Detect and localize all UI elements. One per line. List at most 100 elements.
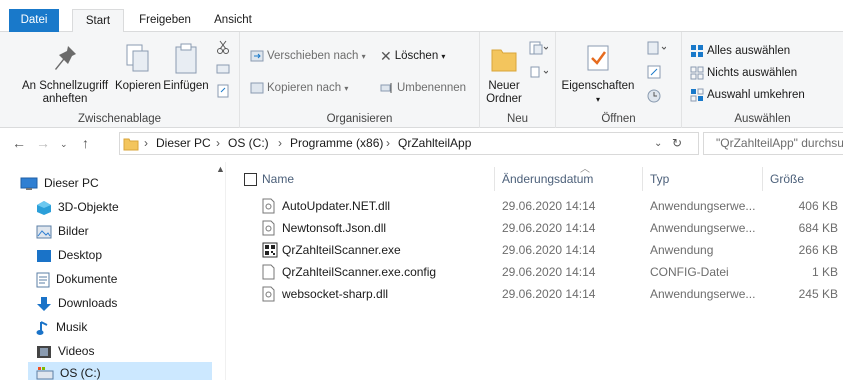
- address-bar[interactable]: › Dieser PC › OS (C:) › Programme (x86) …: [119, 132, 699, 155]
- nav-item-desktop[interactable]: Desktop: [36, 244, 206, 266]
- paste-icon: [175, 43, 197, 74]
- rename-button[interactable]: Umbenennen: [380, 79, 466, 97]
- chevron-down-icon: ▾: [595, 95, 600, 104]
- up-arrow-icon[interactable]: ↑: [82, 135, 89, 151]
- breadcrumb-qrzahlteilapp[interactable]: QrZahlteilApp: [398, 133, 471, 154]
- group-label-new: Neu: [506, 113, 529, 125]
- table-row[interactable]: QrZahlteilScanner.exe.config 29.06.2020 …: [232, 261, 843, 283]
- rename-label: Umbenennen: [397, 82, 467, 94]
- history-icon[interactable]: [646, 88, 662, 104]
- invert-selection-button[interactable]: Auswahl umkehren: [690, 86, 805, 104]
- nav-label: Downloads: [58, 296, 118, 310]
- column-divider[interactable]: [642, 167, 643, 191]
- tab-ansicht[interactable]: Ansicht: [203, 9, 263, 32]
- breadcrumb-separator-icon[interactable]: ›: [144, 133, 148, 154]
- scroll-up-icon[interactable]: ▲: [216, 164, 225, 174]
- tab-datei[interactable]: Datei: [9, 9, 59, 32]
- move-to-label: Verschieben nach: [267, 50, 359, 62]
- column-divider[interactable]: [494, 167, 495, 191]
- select-all-checkbox[interactable]: [244, 173, 257, 186]
- video-film-icon: [37, 345, 51, 358]
- pane-divider[interactable]: [225, 162, 226, 380]
- cut-icon[interactable]: [216, 40, 230, 54]
- properties-button[interactable]: Eigenschaften ▾: [560, 42, 636, 106]
- table-row[interactable]: Newtonsoft.Json.dll 29.06.2020 14:14 Anw…: [232, 217, 843, 239]
- table-row[interactable]: AutoUpdater.NET.dll 29.06.2020 14:14 Anw…: [232, 195, 843, 217]
- address-dropdown-icon[interactable]: ⌄: [654, 133, 662, 154]
- breadcrumb-separator-icon[interactable]: ›: [278, 133, 282, 154]
- new-folder-label-line1: Neuer: [488, 80, 520, 92]
- refresh-icon[interactable]: ↻: [672, 133, 682, 154]
- breadcrumb-separator-icon[interactable]: ›: [386, 133, 390, 154]
- column-divider[interactable]: [762, 167, 763, 191]
- chevron-down-icon: ▾: [344, 84, 349, 93]
- pin-quick-access-button[interactable]: An Schnellzugriff anheften: [6, 42, 124, 106]
- nav-item-bilder[interactable]: Bilder: [36, 220, 206, 242]
- paste-button[interactable]: Einfügen: [162, 42, 210, 93]
- delete-button[interactable]: ✕ Löschen ▾: [380, 47, 445, 65]
- paste-shortcut-icon[interactable]: [216, 84, 230, 98]
- tab-start[interactable]: Start: [72, 9, 124, 33]
- new-item-icon[interactable]: [528, 40, 548, 56]
- nav-item-videos[interactable]: Videos: [36, 340, 206, 362]
- nav-item-dokumente[interactable]: Dokumente: [36, 268, 206, 290]
- breadcrumb-os-c[interactable]: OS (C:): [228, 133, 269, 154]
- breadcrumb-programme-x86[interactable]: Programme (x86): [290, 133, 383, 154]
- column-header-name[interactable]: Name: [262, 167, 294, 191]
- file-type: Anwendung: [650, 243, 714, 257]
- nav-item-downloads[interactable]: Downloads: [36, 292, 206, 314]
- nav-label: Videos: [58, 344, 95, 358]
- move-icon: [250, 50, 264, 62]
- back-arrow-icon[interactable]: ←: [12, 135, 26, 151]
- column-header-date[interactable]: Änderungsdatum: [502, 167, 593, 191]
- nav-item-3d-objekte[interactable]: 3D-Objekte: [36, 196, 206, 218]
- copy-path-icon[interactable]: [216, 62, 230, 76]
- nav-item-musik[interactable]: Musik: [36, 316, 206, 338]
- copy-button[interactable]: Kopieren: [112, 42, 164, 93]
- search-input[interactable]: "QrZahlteilApp" durchsuchen: [703, 132, 843, 155]
- drive-icon: [36, 366, 54, 380]
- file-size: 245 KB: [798, 287, 838, 301]
- file-list: ︿ Name Änderungsdatum Typ Größe AutoUpda…: [232, 162, 843, 380]
- forward-arrow-icon[interactable]: →: [36, 135, 50, 151]
- breadcrumb-dieser-pc[interactable]: Dieser PC: [156, 133, 211, 154]
- computer-icon: [20, 177, 38, 190]
- copy-to-button[interactable]: Kopieren nach ▾: [250, 79, 348, 97]
- select-none-icon: [690, 66, 704, 80]
- pictures-icon: [36, 225, 52, 239]
- file-type: Anwendungserwe...: [650, 221, 756, 235]
- qr-exe-icon: [262, 242, 278, 258]
- cube-3d-icon: [37, 200, 51, 215]
- copy-icon: [126, 44, 149, 72]
- properties-label: Eigenschaften: [561, 80, 635, 92]
- new-folder-button[interactable]: Neuer Ordner: [484, 42, 524, 106]
- select-none-button[interactable]: Nichts auswählen: [690, 64, 797, 82]
- paste-label: Einfügen: [163, 80, 209, 92]
- properties-check-icon: [587, 45, 609, 71]
- easy-access-icon[interactable]: [528, 64, 548, 80]
- column-header-type[interactable]: Typ: [650, 167, 669, 191]
- copy-label: Kopieren: [114, 80, 162, 92]
- tab-freigeben[interactable]: Freigeben: [130, 9, 200, 32]
- chevron-down-icon: ▾: [361, 52, 366, 61]
- dll-icon: [262, 220, 275, 236]
- nav-label: Musik: [56, 320, 88, 334]
- open-icon[interactable]: [646, 40, 666, 56]
- breadcrumb-separator-icon[interactable]: ›: [216, 133, 220, 154]
- column-header-size[interactable]: Größe: [770, 167, 804, 191]
- nav-item-os-c[interactable]: OS (C:): [28, 362, 212, 380]
- table-row[interactable]: websocket-sharp.dll 29.06.2020 14:14 Anw…: [232, 283, 843, 305]
- pin-label-line2: anheften: [42, 93, 88, 105]
- edit-icon[interactable]: [646, 64, 662, 80]
- nav-item-dieser-pc[interactable]: Dieser PC: [20, 172, 200, 194]
- table-row[interactable]: QrZahlteilScanner.exe 29.06.2020 14:14 A…: [232, 239, 843, 261]
- config-file-icon: [262, 264, 275, 280]
- select-all-button[interactable]: Alles auswählen: [690, 42, 790, 60]
- navigation-pane: ▲ Dieser PC 3D-Objekte Bilder Desktop Do…: [0, 162, 226, 380]
- file-date: 29.06.2020 14:14: [502, 221, 596, 235]
- group-label-open: Öffnen: [601, 113, 636, 125]
- invert-selection-label: Auswahl umkehren: [707, 89, 805, 101]
- group-label-organize: Organisieren: [326, 113, 393, 125]
- recent-dropdown-icon[interactable]: ⌄: [60, 139, 68, 150]
- move-to-button[interactable]: Verschieben nach ▾: [250, 47, 366, 65]
